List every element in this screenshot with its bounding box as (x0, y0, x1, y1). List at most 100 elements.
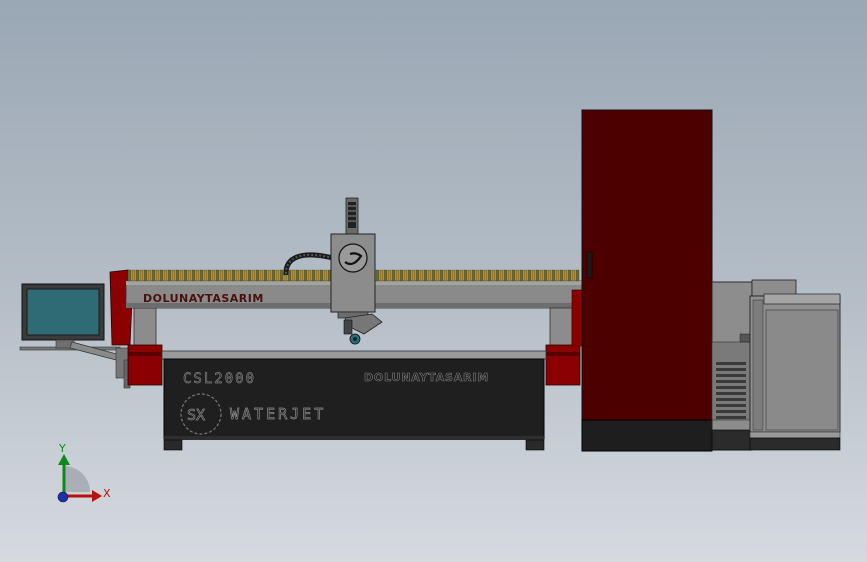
chain-link (151, 269, 156, 282)
chain-link (455, 269, 460, 282)
vent-slot (716, 368, 746, 371)
pump-unit (711, 279, 841, 451)
electrical-cabinet (581, 109, 713, 452)
cabinet-handle (586, 251, 593, 279)
chain-link (187, 269, 192, 282)
chain-link (403, 269, 408, 282)
chain-link (263, 269, 268, 282)
vent-slot (716, 380, 746, 383)
chain-link (375, 269, 380, 282)
axis-triad (57, 454, 102, 503)
chain-link (507, 269, 512, 282)
chain-link (539, 269, 544, 282)
chain-link (531, 269, 536, 282)
chain-link (491, 269, 496, 282)
chain-link (419, 269, 424, 282)
chain-link (135, 269, 140, 282)
chain-link (163, 269, 168, 282)
vent-slot (716, 392, 746, 395)
chain-link (235, 269, 240, 282)
chain-link (555, 269, 560, 282)
chain-link (387, 269, 392, 282)
chain-link (203, 269, 208, 282)
table-product-label: WATERJET (230, 405, 326, 423)
chain-link (431, 269, 436, 282)
chain-link (503, 269, 508, 282)
chain-link (167, 269, 172, 282)
chain-link (127, 269, 132, 282)
chain-link (435, 269, 440, 282)
chain-link (411, 269, 416, 282)
chain-link (379, 269, 384, 282)
chain-link (143, 269, 148, 282)
carriage-logo-icon (338, 243, 368, 273)
chain-link (471, 269, 476, 282)
sx-logo-text: SX (187, 406, 205, 424)
chain-link (395, 269, 400, 282)
chain-link (551, 269, 556, 282)
chain-link (219, 269, 224, 282)
chain-link (443, 269, 448, 282)
chain-link (479, 269, 484, 282)
chain-link (519, 269, 524, 282)
cutting-table (161, 350, 547, 451)
chain-link (231, 269, 236, 282)
chain-link (295, 269, 300, 282)
vent-slot (716, 404, 746, 407)
chain-link (415, 269, 420, 282)
z-axis-icon (57, 491, 69, 503)
chain-link (155, 269, 160, 282)
chain-link (399, 269, 404, 282)
chain-link (467, 269, 472, 282)
chain-link (543, 269, 548, 282)
chain-link (427, 269, 432, 282)
chain-link (211, 269, 216, 282)
vent-slot (716, 398, 746, 401)
gantry-brand-label: DOLUNAYTASARIM (143, 292, 264, 305)
chain-link (147, 269, 152, 282)
chain-link (459, 269, 464, 282)
chain-link (299, 269, 304, 282)
chain-link (319, 269, 324, 282)
chain-link (251, 269, 256, 282)
chain-link (515, 269, 520, 282)
chain-link (499, 269, 504, 282)
chain-link (575, 269, 580, 282)
chain-link (223, 269, 228, 282)
chain-link (495, 269, 500, 282)
chain-link (563, 269, 568, 282)
chain-link (139, 269, 144, 282)
chain-link (179, 269, 184, 282)
chain-link (307, 269, 312, 282)
chain-link (423, 269, 428, 282)
chain-link (439, 269, 444, 282)
table-model-label: CSL2000 (183, 371, 256, 387)
chain-link (571, 269, 576, 282)
vent-slot (716, 410, 746, 413)
chain-link (291, 269, 296, 282)
chain-link (447, 269, 452, 282)
chain-link (247, 269, 252, 282)
chain-link (451, 269, 456, 282)
y-axis-label: Y (58, 442, 66, 455)
chain-link (255, 269, 260, 282)
chain-link (207, 269, 212, 282)
chain-link (463, 269, 468, 282)
chain-link (475, 269, 480, 282)
chain-link (199, 269, 204, 282)
chain-link (559, 269, 564, 282)
table-brand-label: DOLUNAYTASARIM (364, 371, 489, 384)
chain-link (407, 269, 412, 282)
chain-link (279, 269, 284, 282)
chain-link (523, 269, 528, 282)
cad-viewport[interactable]: DOLUNAYTASARIM CSL2000 DOLUNAYTASARIM SX… (0, 0, 867, 562)
chain-link (547, 269, 552, 282)
chain-link (303, 269, 308, 282)
chain-link (243, 269, 248, 282)
chain-link (239, 269, 244, 282)
chain-link (487, 269, 492, 282)
chain-link (271, 269, 276, 282)
chain-link (527, 269, 532, 282)
chain-link (323, 269, 328, 282)
x-axis-label: X (103, 487, 111, 500)
